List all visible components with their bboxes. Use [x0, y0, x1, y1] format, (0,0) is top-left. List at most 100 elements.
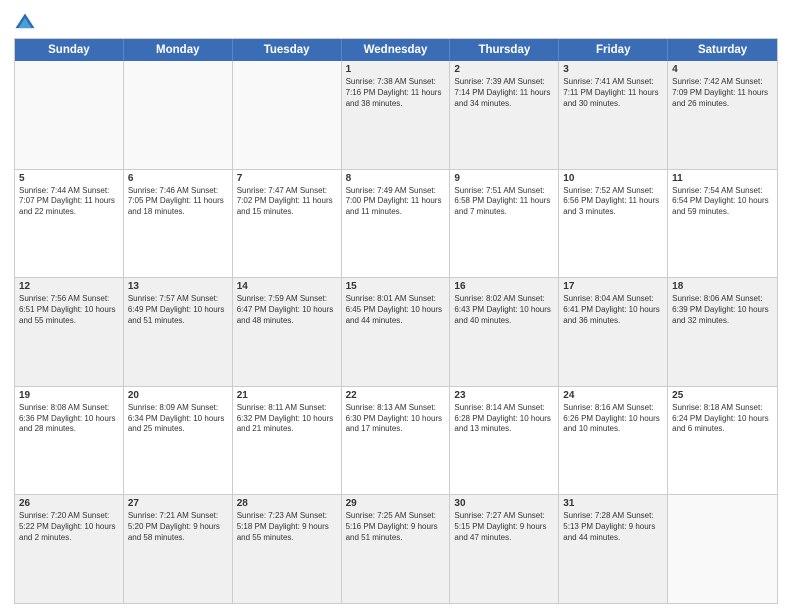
- calendar-row-4: 19 Sunrise: 8:08 AM Sunset: 6:36 PM Dayli…: [15, 387, 777, 496]
- cell-info: Sunrise: 8:06 AM Sunset: 6:39 PM Dayligh…: [672, 294, 773, 326]
- cell-info: Sunrise: 7:44 AM Sunset: 7:07 PM Dayligh…: [19, 186, 119, 218]
- day-number: 18: [672, 281, 773, 292]
- calendar-cell: 27Sunrise: 7:21 AM Sunset: 5:20 PM Dayli…: [124, 495, 233, 603]
- calendar-row-2: 5 Sunrise: 7:44 AM Sunset: 7:07 PM Daylig…: [15, 170, 777, 279]
- calendar-cell: 7 Sunrise: 7:47 AM Sunset: 7:02 PM Daylig…: [233, 170, 342, 278]
- calendar-header: SundayMondayTuesdayWednesdayThursdayFrid…: [15, 39, 777, 61]
- calendar-cell: 23 Sunrise: 8:14 AM Sunset: 6:28 PM Dayli…: [450, 387, 559, 495]
- day-number: 9: [454, 173, 554, 184]
- weekday-header-friday: Friday: [559, 39, 668, 61]
- weekday-header-thursday: Thursday: [450, 39, 559, 61]
- calendar-cell: 14 Sunrise: 7:59 AM Sunset: 6:47 PM Dayli…: [233, 278, 342, 386]
- calendar-cell: 13 Sunrise: 7:57 AM Sunset: 6:49 PM Dayli…: [124, 278, 233, 386]
- day-number: 24: [563, 390, 663, 401]
- calendar-cell: [233, 61, 342, 169]
- cell-info: Sunrise: 7:42 AM Sunset: 7:09 PM Dayligh…: [672, 77, 773, 109]
- calendar-cell: 21 Sunrise: 8:11 AM Sunset: 6:32 PM Dayli…: [233, 387, 342, 495]
- day-number: 14: [237, 281, 337, 292]
- cell-info: Sunrise: 7:39 AM Sunset: 7:14 PM Dayligh…: [454, 77, 554, 109]
- cell-info: Sunrise: 8:11 AM Sunset: 6:32 PM Dayligh…: [237, 403, 337, 435]
- calendar-cell: 30 Sunrise: 7:27 AM Sunset: 5:15 PM Dayli…: [450, 495, 559, 603]
- cell-info: Sunrise: 7:38 AM Sunset: 7:16 PM Dayligh…: [346, 77, 446, 109]
- calendar-cell: 3 Sunrise: 7:41 AM Sunset: 7:11 PM Daylig…: [559, 61, 668, 169]
- calendar-cell: 12 Sunrise: 7:56 AM Sunset: 6:51 PM Dayli…: [15, 278, 124, 386]
- calendar-cell: 11 Sunrise: 7:54 AM Sunset: 6:54 PM Dayli…: [668, 170, 777, 278]
- calendar-row-5: 26Sunrise: 7:20 AM Sunset: 5:22 PM Dayli…: [15, 495, 777, 603]
- day-number: 25: [672, 390, 773, 401]
- day-number: 31: [563, 498, 663, 509]
- cell-info: Sunrise: 7:51 AM Sunset: 6:58 PM Dayligh…: [454, 186, 554, 218]
- calendar-cell: 20 Sunrise: 8:09 AM Sunset: 6:34 PM Dayli…: [124, 387, 233, 495]
- day-number: 10: [563, 173, 663, 184]
- day-number: 12: [19, 281, 119, 292]
- calendar-cell: 31 Sunrise: 7:28 AM Sunset: 5:13 PM Dayli…: [559, 495, 668, 603]
- cell-info: Sunrise: 8:16 AM Sunset: 6:26 PM Dayligh…: [563, 403, 663, 435]
- calendar-cell: 17Sunrise: 8:04 AM Sunset: 6:41 PM Dayli…: [559, 278, 668, 386]
- cell-info: Sunrise: 8:01 AM Sunset: 6:45 PM Dayligh…: [346, 294, 446, 326]
- calendar-body: 1Sunrise: 7:38 AM Sunset: 7:16 PM Daylig…: [15, 61, 777, 603]
- cell-info: Sunrise: 8:04 AM Sunset: 6:41 PM Dayligh…: [563, 294, 663, 326]
- calendar-cell: 26Sunrise: 7:20 AM Sunset: 5:22 PM Dayli…: [15, 495, 124, 603]
- day-number: 23: [454, 390, 554, 401]
- calendar-cell: 28 Sunrise: 7:23 AM Sunset: 5:18 PM Dayli…: [233, 495, 342, 603]
- weekday-header-monday: Monday: [124, 39, 233, 61]
- calendar-cell: 4 Sunrise: 7:42 AM Sunset: 7:09 PM Daylig…: [668, 61, 777, 169]
- cell-info: Sunrise: 7:41 AM Sunset: 7:11 PM Dayligh…: [563, 77, 663, 109]
- cell-info: Sunrise: 8:13 AM Sunset: 6:30 PM Dayligh…: [346, 403, 446, 435]
- calendar-cell: 24 Sunrise: 8:16 AM Sunset: 6:26 PM Dayli…: [559, 387, 668, 495]
- cell-info: Sunrise: 7:59 AM Sunset: 6:47 PM Dayligh…: [237, 294, 337, 326]
- page: SundayMondayTuesdayWednesdayThursdayFrid…: [0, 0, 792, 612]
- cell-info: Sunrise: 8:08 AM Sunset: 6:36 PM Dayligh…: [19, 403, 119, 435]
- calendar: SundayMondayTuesdayWednesdayThursdayFrid…: [14, 38, 778, 604]
- cell-info: Sunrise: 8:02 AM Sunset: 6:43 PM Dayligh…: [454, 294, 554, 326]
- day-number: 29: [346, 498, 446, 509]
- calendar-cell: 18 Sunrise: 8:06 AM Sunset: 6:39 PM Dayli…: [668, 278, 777, 386]
- calendar-cell: 10Sunrise: 7:52 AM Sunset: 6:56 PM Dayli…: [559, 170, 668, 278]
- day-number: 16: [454, 281, 554, 292]
- day-number: 11: [672, 173, 773, 184]
- cell-info: Sunrise: 8:09 AM Sunset: 6:34 PM Dayligh…: [128, 403, 228, 435]
- cell-info: Sunrise: 7:23 AM Sunset: 5:18 PM Dayligh…: [237, 511, 337, 543]
- day-number: 21: [237, 390, 337, 401]
- logo-icon: [14, 12, 36, 34]
- day-number: 2: [454, 64, 554, 75]
- cell-info: Sunrise: 7:47 AM Sunset: 7:02 PM Dayligh…: [237, 186, 337, 218]
- calendar-cell: 8 Sunrise: 7:49 AM Sunset: 7:00 PM Daylig…: [342, 170, 451, 278]
- cell-info: Sunrise: 7:54 AM Sunset: 6:54 PM Dayligh…: [672, 186, 773, 218]
- day-number: 5: [19, 173, 119, 184]
- cell-info: Sunrise: 7:28 AM Sunset: 5:13 PM Dayligh…: [563, 511, 663, 543]
- calendar-cell: 22 Sunrise: 8:13 AM Sunset: 6:30 PM Dayli…: [342, 387, 451, 495]
- logo: [14, 14, 39, 34]
- day-number: 30: [454, 498, 554, 509]
- calendar-cell: 25 Sunrise: 8:18 AM Sunset: 6:24 PM Dayli…: [668, 387, 777, 495]
- day-number: 19: [19, 390, 119, 401]
- cell-info: Sunrise: 7:56 AM Sunset: 6:51 PM Dayligh…: [19, 294, 119, 326]
- day-number: 28: [237, 498, 337, 509]
- day-number: 3: [563, 64, 663, 75]
- calendar-cell: 19 Sunrise: 8:08 AM Sunset: 6:36 PM Dayli…: [15, 387, 124, 495]
- calendar-row-3: 12 Sunrise: 7:56 AM Sunset: 6:51 PM Dayli…: [15, 278, 777, 387]
- cell-info: Sunrise: 7:27 AM Sunset: 5:15 PM Dayligh…: [454, 511, 554, 543]
- cell-info: Sunrise: 7:46 AM Sunset: 7:05 PM Dayligh…: [128, 186, 228, 218]
- cell-info: Sunrise: 7:57 AM Sunset: 6:49 PM Dayligh…: [128, 294, 228, 326]
- day-number: 7: [237, 173, 337, 184]
- day-number: 15: [346, 281, 446, 292]
- day-number: 13: [128, 281, 228, 292]
- cell-info: Sunrise: 8:18 AM Sunset: 6:24 PM Dayligh…: [672, 403, 773, 435]
- day-number: 4: [672, 64, 773, 75]
- cell-info: Sunrise: 8:14 AM Sunset: 6:28 PM Dayligh…: [454, 403, 554, 435]
- day-number: 8: [346, 173, 446, 184]
- calendar-cell: 5 Sunrise: 7:44 AM Sunset: 7:07 PM Daylig…: [15, 170, 124, 278]
- cell-info: Sunrise: 7:21 AM Sunset: 5:20 PM Dayligh…: [128, 511, 228, 543]
- cell-info: Sunrise: 7:49 AM Sunset: 7:00 PM Dayligh…: [346, 186, 446, 218]
- day-number: 22: [346, 390, 446, 401]
- weekday-header-saturday: Saturday: [668, 39, 777, 61]
- cell-info: Sunrise: 7:25 AM Sunset: 5:16 PM Dayligh…: [346, 511, 446, 543]
- calendar-cell: 6Sunrise: 7:46 AM Sunset: 7:05 PM Daylig…: [124, 170, 233, 278]
- weekday-header-wednesday: Wednesday: [342, 39, 451, 61]
- calendar-cell: 16 Sunrise: 8:02 AM Sunset: 6:43 PM Dayli…: [450, 278, 559, 386]
- weekday-header-tuesday: Tuesday: [233, 39, 342, 61]
- day-number: 20: [128, 390, 228, 401]
- calendar-cell: [15, 61, 124, 169]
- calendar-row-1: 1Sunrise: 7:38 AM Sunset: 7:16 PM Daylig…: [15, 61, 777, 170]
